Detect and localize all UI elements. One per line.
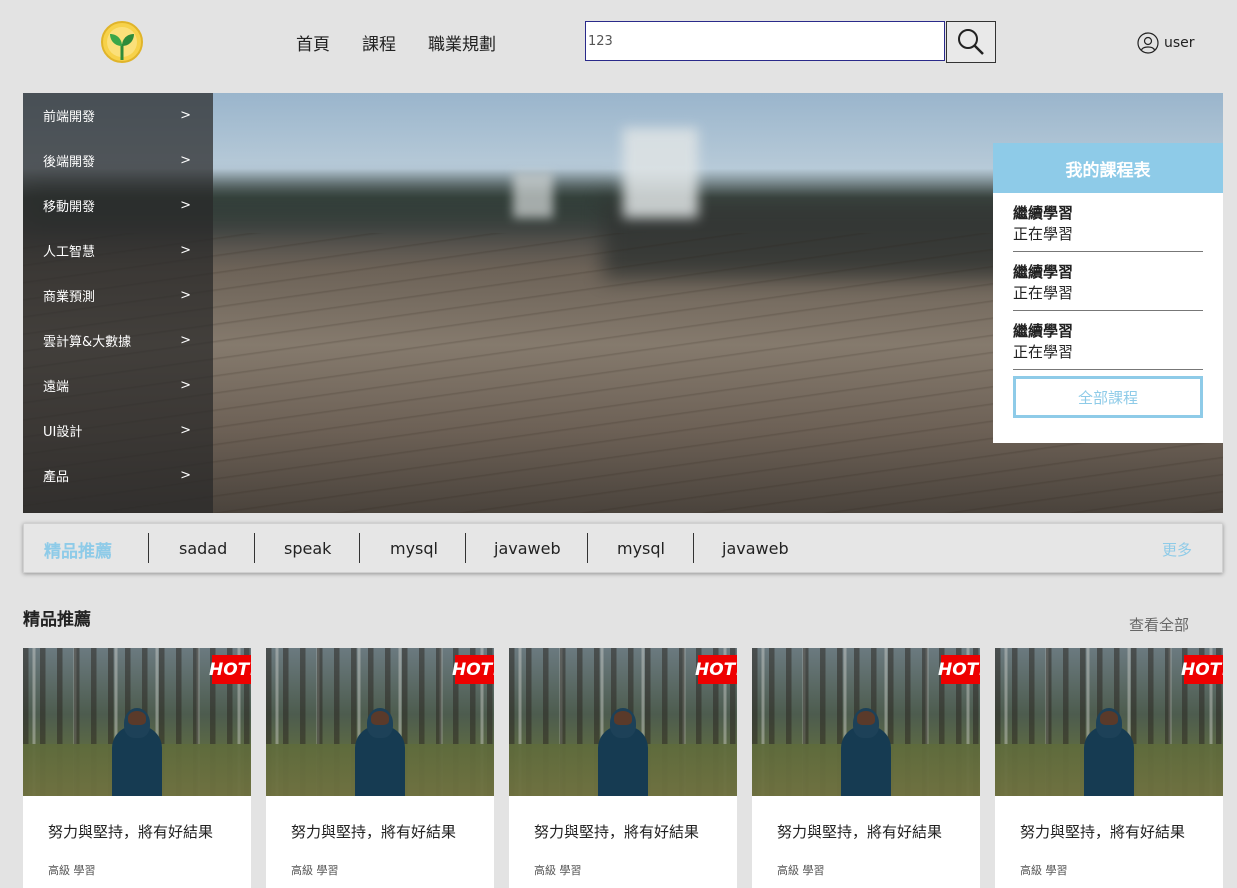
- nav-courses[interactable]: 課程: [362, 30, 396, 55]
- category-item[interactable]: 商業預測 >: [23, 273, 213, 318]
- divider: [254, 533, 255, 563]
- recommend-bar: 精品推薦 sadad speak mysql javaweb mysql jav…: [23, 523, 1223, 573]
- search-icon: [958, 29, 984, 55]
- hot-badge: HOT!: [695, 655, 737, 684]
- more-link[interactable]: 更多: [1162, 539, 1192, 560]
- hot-badge: HOT!: [938, 655, 980, 684]
- course-card[interactable]: HOT! 努力與堅持，將有好結果 高級 學習: [752, 648, 980, 888]
- chevron-right-icon: >: [180, 243, 191, 258]
- course-card[interactable]: HOT! 努力與堅持，將有好結果 高級 學習: [266, 648, 494, 888]
- banner-background-shape: [513, 173, 553, 218]
- category-item[interactable]: 後端開發 >: [23, 138, 213, 183]
- hero-banner: 前端開發 > 後端開發 > 移動開發 > 人工智慧 > 商業預測 > 雲計算&大數據 > 遠…: [23, 93, 1223, 513]
- category-label: 移動開發: [43, 200, 96, 215]
- category-item[interactable]: 產品 >: [23, 453, 213, 498]
- recommend-link[interactable]: javaweb: [722, 539, 789, 558]
- course-level: 高級 學習: [534, 864, 582, 877]
- recommend-link[interactable]: speak: [284, 539, 331, 558]
- category-menu: 前端開發 > 後端開發 > 移動開發 > 人工智慧 > 商業預測 > 雲計算&大數據 > 遠…: [23, 93, 213, 513]
- search-input[interactable]: [585, 21, 945, 61]
- divider: [465, 533, 466, 563]
- my-course-item[interactable]: 繼續學習 正在學習: [1013, 193, 1203, 252]
- divider: [148, 533, 149, 563]
- chevron-right-icon: >: [180, 288, 191, 303]
- course-title: 努力與堅持，將有好結果: [534, 823, 700, 841]
- category-label: 後端開發: [43, 155, 96, 170]
- my-course-status: 正在學習: [1013, 284, 1074, 302]
- section-title: 精品推薦: [23, 610, 91, 630]
- course-thumbnail: HOT!: [23, 648, 251, 796]
- course-title: 努力與堅持，將有好結果: [291, 823, 457, 841]
- course-thumbnail: HOT!: [995, 648, 1223, 796]
- chevron-right-icon: >: [180, 468, 191, 483]
- my-course-status: 正在學習: [1013, 343, 1074, 361]
- my-course-status: 正在學習: [1013, 225, 1074, 243]
- category-label: 產品: [43, 470, 70, 485]
- user-icon: [1137, 32, 1159, 54]
- chevron-right-icon: >: [180, 333, 191, 348]
- course-level: 高級 學習: [48, 864, 96, 877]
- my-course-title: 繼續學習: [1013, 204, 1074, 222]
- category-item[interactable]: 人工智慧 >: [23, 228, 213, 273]
- course-level: 高級 學習: [777, 864, 825, 877]
- hot-badge: HOT!: [452, 655, 494, 684]
- course-thumbnail: HOT!: [752, 648, 980, 796]
- recommend-link[interactable]: mysql: [390, 539, 438, 558]
- category-label: UI設計: [43, 425, 83, 440]
- banner-background-shape: [623, 128, 698, 218]
- category-label: 人工智慧: [43, 245, 96, 260]
- my-course-item[interactable]: 繼續學習 正在學習: [1013, 311, 1203, 370]
- course-thumbnail: HOT!: [509, 648, 737, 796]
- category-label: 雲計算&大數據: [43, 335, 132, 350]
- sprout-logo-icon: [101, 21, 143, 63]
- chevron-right-icon: >: [180, 108, 191, 123]
- search-button[interactable]: [946, 21, 996, 63]
- nav-career[interactable]: 職業規劃: [428, 30, 496, 55]
- category-label: 前端開發: [43, 110, 96, 125]
- recommend-link[interactable]: javaweb: [494, 539, 561, 558]
- user-menu[interactable]: user: [1137, 32, 1195, 54]
- divider: [359, 533, 360, 563]
- my-course-title: 繼續學習: [1013, 263, 1074, 281]
- category-item[interactable]: 移動開發 >: [23, 183, 213, 228]
- hot-badge: HOT!: [1181, 655, 1223, 684]
- chevron-right-icon: >: [180, 153, 191, 168]
- my-course-title: 繼續學習: [1013, 322, 1074, 340]
- chevron-right-icon: >: [180, 378, 191, 393]
- category-item[interactable]: 遠端 >: [23, 363, 213, 408]
- all-courses-button[interactable]: 全部課程: [1013, 376, 1203, 418]
- chevron-right-icon: >: [180, 198, 191, 213]
- course-title: 努力與堅持，將有好結果: [48, 823, 214, 841]
- divider: [693, 533, 694, 563]
- user-label: user: [1164, 35, 1195, 51]
- view-all-link[interactable]: 查看全部: [1129, 614, 1189, 635]
- chevron-right-icon: >: [180, 423, 191, 438]
- course-card[interactable]: HOT! 努力與堅持，將有好結果 高級 學習: [509, 648, 737, 888]
- course-level: 高級 學習: [1020, 864, 1068, 877]
- category-label: 遠端: [43, 380, 70, 395]
- category-item[interactable]: 前端開發 >: [23, 93, 213, 138]
- recommend-link[interactable]: sadad: [179, 539, 227, 558]
- course-thumbnail: HOT!: [266, 648, 494, 796]
- hot-badge: HOT!: [209, 655, 251, 684]
- course-card[interactable]: HOT! 努力與堅持，將有好結果 高級 學習: [995, 648, 1223, 888]
- my-courses-title: 我的課程表: [993, 143, 1223, 193]
- my-courses-panel: 我的課程表 繼續學習 正在學習 繼續學習 正在學習 繼續學習 正在學習 全部課程: [993, 143, 1223, 443]
- course-level: 高級 學習: [291, 864, 339, 877]
- course-title: 努力與堅持，將有好結果: [1020, 823, 1186, 841]
- category-item[interactable]: UI設計 >: [23, 408, 213, 453]
- divider: [587, 533, 588, 563]
- course-title: 努力與堅持，將有好結果: [777, 823, 943, 841]
- my-course-item[interactable]: 繼續學習 正在學習: [1013, 252, 1203, 311]
- course-card[interactable]: HOT! 努力與堅持，將有好結果 高級 學習: [23, 648, 251, 888]
- category-label: 商業預測: [43, 290, 96, 305]
- logo[interactable]: [100, 20, 144, 64]
- category-item[interactable]: 雲計算&大數據 >: [23, 318, 213, 363]
- recommend-bar-title: 精品推薦: [44, 542, 112, 562]
- nav-home[interactable]: 首頁: [296, 30, 330, 55]
- recommend-link[interactable]: mysql: [617, 539, 665, 558]
